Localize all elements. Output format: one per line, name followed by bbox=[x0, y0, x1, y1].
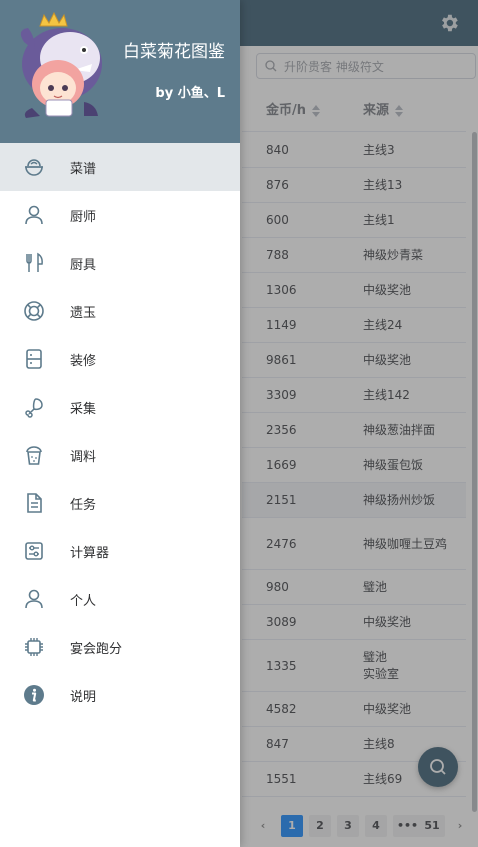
menu-item[interactable]: 厨师 bbox=[0, 191, 240, 239]
person-icon bbox=[25, 589, 43, 609]
info-icon bbox=[24, 685, 44, 705]
app-author: by 小鱼、L bbox=[155, 86, 225, 101]
recipe-bowl-icon bbox=[25, 159, 43, 176]
menu-item[interactable]: 宴会跑分 bbox=[0, 623, 240, 671]
calculator-sliders-icon bbox=[25, 542, 43, 560]
menu-item-label: 厨师 bbox=[70, 210, 97, 225]
menu-item[interactable]: 采集 bbox=[0, 383, 240, 431]
menu-item-label: 个人 bbox=[70, 594, 97, 609]
drawer-menu: 菜谱厨师厨具遗玉装修采集调料任务计算器个人宴会跑分说明 bbox=[0, 143, 240, 719]
menu-item-label: 菜谱 bbox=[70, 162, 97, 177]
fork-knife-icon bbox=[26, 252, 43, 272]
seasoning-jar-icon bbox=[26, 446, 42, 465]
menu-item[interactable]: 说明 bbox=[0, 671, 240, 719]
lifebuoy-icon bbox=[24, 301, 44, 321]
document-icon bbox=[27, 493, 42, 513]
menu-item[interactable]: 装修 bbox=[0, 335, 240, 383]
menu-item[interactable]: 厨具 bbox=[0, 239, 240, 287]
menu-item-label: 计算器 bbox=[70, 546, 110, 561]
menu-item[interactable]: 任务 bbox=[0, 479, 240, 527]
drumstick-icon bbox=[25, 398, 43, 418]
menu-item-label: 厨具 bbox=[70, 258, 97, 273]
menu-item[interactable]: 菜谱 bbox=[0, 143, 240, 191]
chip-icon bbox=[25, 638, 43, 656]
mascot-logo bbox=[20, 12, 102, 118]
menu-item[interactable]: 个人 bbox=[0, 575, 240, 623]
menu-item[interactable]: 调料 bbox=[0, 431, 240, 479]
cabinet-icon bbox=[26, 349, 42, 369]
menu-item-label: 采集 bbox=[70, 402, 97, 417]
menu-item-label: 任务 bbox=[70, 498, 97, 513]
menu-item-label: 装修 bbox=[70, 354, 97, 369]
menu-item-label: 遗玉 bbox=[70, 306, 97, 321]
person-icon bbox=[25, 205, 43, 225]
menu-item-label: 调料 bbox=[70, 450, 97, 465]
menu-item-label: 说明 bbox=[70, 690, 97, 705]
menu-item-label: 宴会跑分 bbox=[70, 642, 123, 657]
nav-drawer: 白菜菊花图鉴 by 小鱼、L 菜谱厨师厨具遗玉装修采集调料任务计算器个人宴会跑分… bbox=[0, 0, 240, 847]
drawer-header: 白菜菊花图鉴 by 小鱼、L bbox=[0, 0, 240, 143]
menu-item[interactable]: 计算器 bbox=[0, 527, 240, 575]
app-title: 白菜菊花图鉴 bbox=[123, 42, 225, 62]
menu-item[interactable]: 遗玉 bbox=[0, 287, 240, 335]
